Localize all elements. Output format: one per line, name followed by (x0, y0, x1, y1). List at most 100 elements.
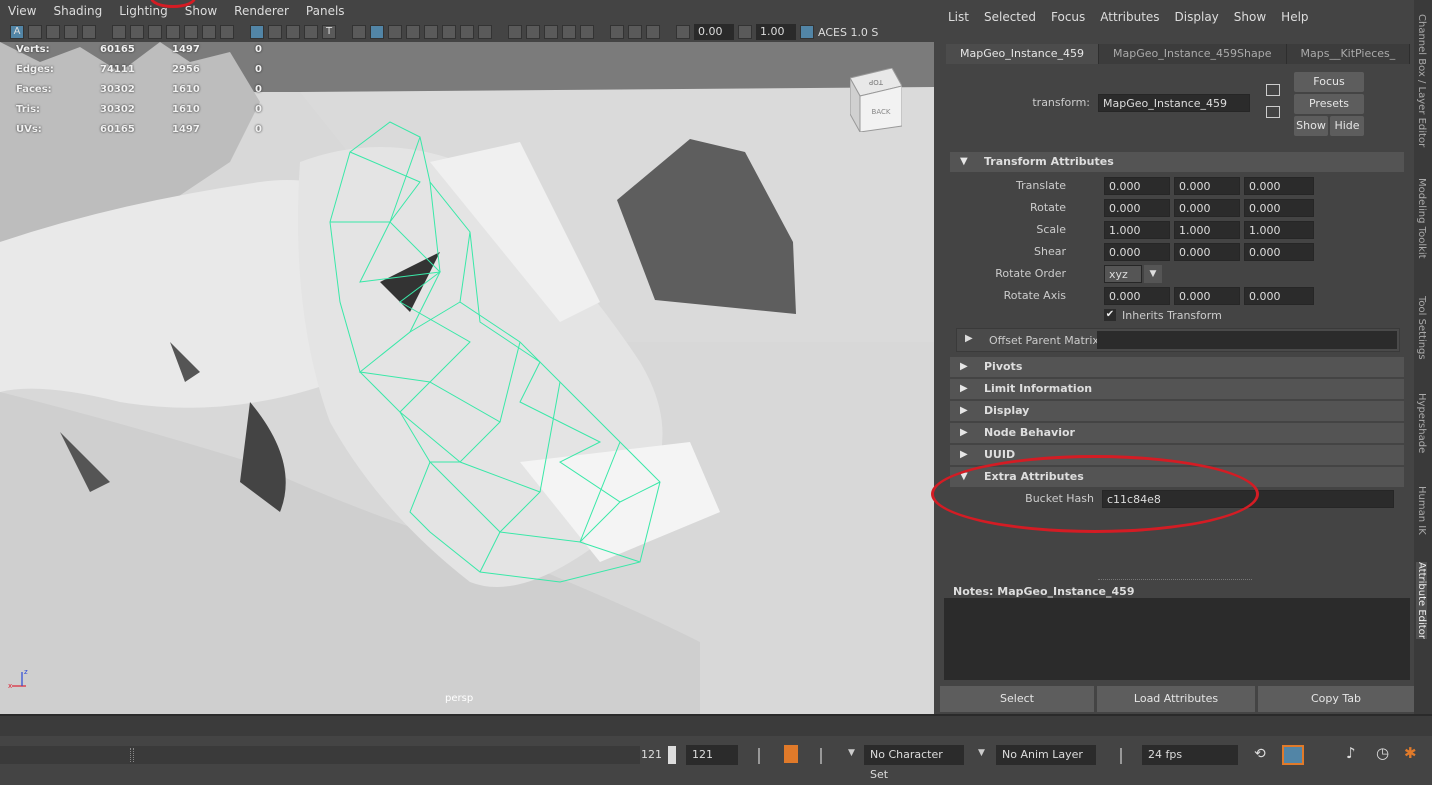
inherits-transform-checkbox[interactable]: ✔ (1104, 309, 1116, 321)
xray-active-icon[interactable] (580, 25, 594, 39)
two-panes-icon[interactable] (628, 25, 642, 39)
textured-icon[interactable] (388, 25, 402, 39)
end-frame-field[interactable]: 121 (686, 745, 738, 765)
menu-show[interactable]: Show (185, 4, 217, 18)
translate-y-field[interactable]: 0.000 (1174, 177, 1240, 195)
input-connection-icon[interactable] (1266, 84, 1280, 96)
rotate-x-field[interactable]: 0.000 (1104, 199, 1170, 217)
depth-of-field-icon[interactable] (544, 25, 558, 39)
gate-mask-icon[interactable] (148, 25, 162, 39)
focus-button[interactable]: Focus (1294, 72, 1364, 92)
tab-transform-node[interactable]: MapGeo_Instance_459 (946, 44, 1100, 64)
tab-hypershade[interactable]: Hypershade (1416, 393, 1427, 453)
gamma-field[interactable]: 1.00 (756, 24, 796, 40)
default-material-icon[interactable] (286, 25, 300, 39)
camera-attributes-icon[interactable] (28, 25, 42, 39)
tab-modeling-toolkit[interactable]: Modeling Toolkit (1416, 178, 1427, 259)
scale-y-field[interactable]: 1.000 (1174, 221, 1240, 239)
select-button[interactable]: Select (940, 686, 1094, 712)
fps-dropdown[interactable]: 24 fps (1142, 745, 1238, 765)
loop-icon[interactable]: ⟲ (1254, 746, 1266, 762)
load-attributes-button[interactable]: Load Attributes (1097, 686, 1255, 712)
menu-view[interactable]: View (8, 4, 36, 18)
safe-title-icon[interactable] (202, 25, 216, 39)
grid-toggle-icon[interactable] (82, 25, 96, 39)
bookmark-icon[interactable] (46, 25, 60, 39)
lights-icon[interactable] (442, 25, 456, 39)
isolate-icon[interactable] (352, 25, 366, 39)
anim-layer-dropdown[interactable]: No Anim Layer (996, 745, 1096, 765)
exposure-icon[interactable] (676, 25, 690, 39)
rotate-axis-z-field[interactable]: 0.000 (1244, 287, 1314, 305)
tab-attribute-editor[interactable]: Attribute Editor (1416, 562, 1427, 639)
auto-key-icon[interactable] (784, 745, 798, 763)
expand-icon[interactable] (646, 25, 660, 39)
menu-attributes[interactable]: Attributes (1100, 10, 1159, 24)
cache-playback-icon[interactable] (1282, 745, 1304, 765)
character-set-dropdown[interactable]: No Character Set (864, 745, 964, 781)
tab-tool-settings[interactable]: Tool Settings (1416, 296, 1427, 360)
rotate-order-dropdown[interactable]: xyz (1104, 265, 1142, 283)
rotate-axis-x-field[interactable]: 0.000 (1104, 287, 1170, 305)
offset-matrix-field[interactable] (1097, 331, 1397, 349)
bounding-box-icon[interactable] (304, 25, 318, 39)
output-connection-icon[interactable] (1266, 106, 1280, 118)
playback-speed-icon[interactable]: ◷ (1376, 744, 1389, 762)
range-end-handle[interactable] (668, 746, 676, 764)
safe-action-icon[interactable] (184, 25, 198, 39)
xray-icon[interactable] (406, 25, 420, 39)
menu-focus[interactable]: Focus (1051, 10, 1085, 24)
section-transform-attributes[interactable]: ▼ Transform Attributes (950, 152, 1404, 172)
animation-preferences-icon[interactable]: ✱ (1404, 744, 1417, 762)
screen-space-ao-icon[interactable] (478, 25, 492, 39)
viewcube[interactable]: TOP BACK (850, 68, 902, 132)
section-display[interactable]: ▶ Display (950, 401, 1404, 421)
menu-selected[interactable]: Selected (984, 10, 1036, 24)
section-node-behavior[interactable]: ▶ Node Behavior (950, 423, 1404, 443)
sound-icon[interactable]: ♪ (1346, 744, 1356, 762)
chevron-down-icon[interactable]: ▼ (1144, 265, 1162, 283)
exposure-field[interactable]: 0.00 (694, 24, 734, 40)
xray-joints-icon[interactable] (424, 25, 438, 39)
time-slider[interactable] (0, 714, 1432, 736)
rotate-z-field[interactable]: 0.000 (1244, 199, 1314, 217)
range-slider[interactable] (0, 746, 640, 764)
menu-shading[interactable]: Shading (53, 4, 102, 18)
chevron-down-icon[interactable]: ▼ (978, 748, 985, 758)
section-limit-information[interactable]: ▶ Limit Information (950, 379, 1404, 399)
motion-blur-icon[interactable] (508, 25, 522, 39)
transform-name-field[interactable]: MapGeo_Instance_459 (1098, 94, 1250, 112)
image-plane-icon[interactable] (64, 25, 78, 39)
menu-panels[interactable]: Panels (306, 4, 345, 18)
presets-button[interactable]: Presets (1294, 94, 1364, 114)
shaded-icon[interactable] (370, 25, 384, 39)
anti-alias-icon[interactable] (526, 25, 540, 39)
tab-human-ik[interactable]: Human IK (1416, 486, 1427, 535)
shear-y-field[interactable]: 0.000 (1174, 243, 1240, 261)
shear-x-field[interactable]: 0.000 (1104, 243, 1170, 261)
menu-show[interactable]: Show (1234, 10, 1266, 24)
color-management-icon[interactable] (800, 25, 814, 39)
text-icon[interactable]: T (322, 25, 336, 39)
menu-help[interactable]: Help (1281, 10, 1308, 24)
shear-z-field[interactable]: 0.000 (1244, 243, 1314, 261)
film-gate-icon[interactable] (112, 25, 126, 39)
rotate-y-field[interactable]: 0.000 (1174, 199, 1240, 217)
section-pivots[interactable]: ▶ Pivots (950, 357, 1404, 377)
copy-tab-button[interactable]: Copy Tab (1258, 686, 1414, 712)
gamma-icon[interactable] (738, 25, 752, 39)
field-chart-icon[interactable] (166, 25, 180, 39)
scale-z-field[interactable]: 1.000 (1244, 221, 1314, 239)
chevron-down-icon[interactable]: ▼ (848, 748, 855, 758)
resolution-gate-icon[interactable] (130, 25, 144, 39)
translate-x-field[interactable]: 0.000 (1104, 177, 1170, 195)
menu-list[interactable]: List (948, 10, 969, 24)
show-button[interactable]: Show (1294, 116, 1328, 136)
view-transform-label[interactable]: ACES 1.0 S (818, 26, 878, 39)
menu-display[interactable]: Display (1175, 10, 1219, 24)
isolate-select-icon[interactable] (562, 25, 576, 39)
scale-x-field[interactable]: 1.000 (1104, 221, 1170, 239)
tab-channel-box[interactable]: Channel Box / Layer Editor (1416, 14, 1427, 147)
hide-button[interactable]: Hide (1330, 116, 1364, 136)
shadows-icon[interactable] (460, 25, 474, 39)
